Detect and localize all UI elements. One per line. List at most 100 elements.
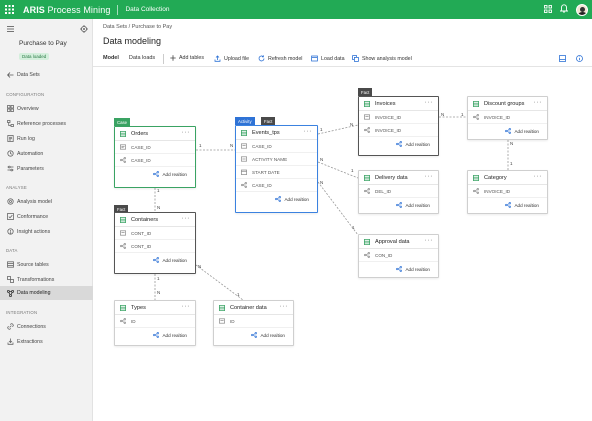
more-options-icon[interactable]: ··· bbox=[304, 128, 313, 135]
table-icon bbox=[364, 100, 370, 107]
more-options-icon[interactable]: ··· bbox=[182, 215, 191, 222]
table-card-category[interactable]: Category ··· INVOICE_ID Add realtion bbox=[467, 170, 548, 214]
table-icon bbox=[473, 100, 479, 107]
more-options-icon[interactable]: ··· bbox=[425, 173, 434, 180]
add-relation-button[interactable]: Add realtion bbox=[115, 167, 195, 181]
add-relation-button[interactable]: Add realtion bbox=[468, 124, 547, 138]
table-field[interactable]: CASE_ID bbox=[115, 141, 195, 154]
cardinality-label: 1 bbox=[157, 188, 160, 193]
fact-tag: Fact bbox=[261, 117, 276, 125]
table-field[interactable]: INVOICE_ID bbox=[468, 185, 547, 198]
more-options-icon[interactable]: ··· bbox=[534, 173, 543, 180]
table-field[interactable]: CASE_ID bbox=[236, 179, 317, 192]
table-icon bbox=[120, 216, 126, 223]
table-card-approval-data[interactable]: Approval data ··· CON_ID Add realtion bbox=[358, 234, 439, 278]
table-field[interactable]: ID bbox=[214, 315, 293, 328]
table-field[interactable]: CASE_ID bbox=[236, 140, 317, 153]
table-card-container-data[interactable]: Container data ··· ID Add realtion bbox=[213, 300, 294, 346]
cardinality-label: 1 bbox=[351, 168, 354, 173]
activity-tag: Activity bbox=[235, 117, 255, 125]
relation-field-icon bbox=[120, 318, 126, 324]
cardinality-label: 1 bbox=[199, 143, 202, 148]
table-field[interactable]: ACTIVITY NAME bbox=[236, 153, 317, 166]
cardinality-label: 1 bbox=[352, 225, 355, 230]
table-card-events-tps[interactable]: Events_tps ··· CASE_ID ACTIVITY NAME STA… bbox=[235, 125, 318, 213]
fact-tag: Fact bbox=[358, 88, 373, 96]
key-field-icon bbox=[120, 144, 126, 150]
add-relation-icon bbox=[396, 202, 403, 208]
relation-containers-containerdata bbox=[195, 264, 244, 301]
more-options-icon[interactable]: ··· bbox=[534, 99, 543, 106]
text-field-icon bbox=[241, 156, 247, 162]
cardinality-label: 1 bbox=[510, 161, 513, 166]
table-title: Discount groups bbox=[484, 100, 525, 107]
cardinality-label: N bbox=[157, 205, 161, 210]
key-field-icon bbox=[120, 230, 126, 236]
relation-field-icon bbox=[364, 188, 370, 194]
table-card-orders[interactable]: Orders ··· CASE_ID CASE_ID Add realtion bbox=[114, 126, 196, 188]
table-title: Events_tps bbox=[252, 129, 280, 136]
table-field[interactable]: START DATE bbox=[236, 166, 317, 179]
cardinality-label: 1 bbox=[461, 112, 464, 117]
more-options-icon[interactable]: ··· bbox=[182, 303, 191, 310]
key-field-icon bbox=[364, 114, 370, 120]
more-options-icon[interactable]: ··· bbox=[425, 99, 434, 106]
relation-field-icon bbox=[364, 127, 370, 133]
cardinality-label: N bbox=[230, 143, 234, 148]
more-options-icon[interactable]: ··· bbox=[425, 237, 434, 244]
table-card-discount-groups[interactable]: Discount groups ··· INVOICE_ID Add realt… bbox=[467, 96, 548, 140]
relation-field-icon bbox=[120, 243, 126, 249]
table-icon bbox=[241, 129, 247, 136]
add-relation-button[interactable]: Add realtion bbox=[359, 198, 438, 212]
table-field[interactable]: INVOICE_ID bbox=[359, 124, 438, 137]
table-field[interactable]: CON_ID bbox=[359, 249, 438, 262]
add-relation-icon bbox=[153, 257, 160, 263]
add-relation-button[interactable]: Add realtion bbox=[359, 262, 438, 276]
table-card-types[interactable]: Types ··· ID Add realtion bbox=[114, 300, 196, 346]
table-field[interactable]: CASE_ID bbox=[115, 154, 195, 167]
key-field-icon bbox=[241, 143, 247, 149]
table-title: Delivery data bbox=[375, 174, 408, 181]
more-options-icon[interactable]: ··· bbox=[280, 303, 289, 310]
add-relation-icon bbox=[505, 202, 512, 208]
table-field[interactable]: CONT_ID bbox=[115, 227, 195, 240]
table-title: Category bbox=[484, 174, 507, 181]
relation-field-icon bbox=[473, 114, 479, 120]
add-relation-icon bbox=[275, 196, 282, 202]
add-relation-button[interactable]: Add realtion bbox=[214, 328, 293, 342]
add-relation-icon bbox=[396, 141, 403, 147]
table-icon bbox=[120, 130, 126, 137]
add-relation-icon bbox=[153, 171, 160, 177]
table-icon bbox=[364, 238, 370, 245]
add-relation-icon bbox=[505, 128, 512, 134]
add-relation-button[interactable]: Add realtion bbox=[236, 192, 317, 206]
add-relation-button[interactable]: Add realtion bbox=[115, 328, 195, 342]
table-field[interactable]: INVOICE_ID bbox=[359, 111, 438, 124]
table-field[interactable]: DEL_ID bbox=[359, 185, 438, 198]
table-title: Orders bbox=[131, 130, 149, 137]
table-icon bbox=[364, 174, 370, 181]
cardinality-label: N bbox=[441, 112, 445, 117]
relation-field-icon bbox=[473, 188, 479, 194]
table-card-invoices[interactable]: Invoices ··· INVOICE_ID INVOICE_ID Add r… bbox=[358, 96, 439, 156]
cardinality-label: N bbox=[157, 290, 161, 295]
cardinality-label: N bbox=[198, 264, 202, 269]
relation-field-icon bbox=[241, 182, 247, 188]
add-relation-icon bbox=[396, 266, 403, 272]
table-field[interactable]: INVOICE_ID bbox=[468, 111, 547, 124]
table-card-containers[interactable]: Containers ··· CONT_ID CONT_ID Add realt… bbox=[114, 212, 196, 274]
table-card-delivery-data[interactable]: Delivery data ··· DEL_ID Add realtion bbox=[358, 170, 439, 214]
table-title: Types bbox=[131, 304, 146, 311]
add-relation-icon bbox=[251, 332, 258, 338]
table-field[interactable]: ID bbox=[115, 315, 195, 328]
table-field[interactable]: CONT_ID bbox=[115, 240, 195, 253]
add-relation-button[interactable]: Add realtion bbox=[468, 198, 547, 212]
relation-field-icon bbox=[364, 252, 370, 258]
add-relation-button[interactable]: Add realtion bbox=[115, 253, 195, 267]
more-options-icon[interactable]: ··· bbox=[182, 129, 191, 136]
add-relation-button[interactable]: Add realtion bbox=[359, 137, 438, 151]
cardinality-label: 1 bbox=[157, 276, 160, 281]
case-tag: Case bbox=[114, 118, 131, 126]
add-relation-icon bbox=[153, 332, 160, 338]
table-icon bbox=[219, 304, 225, 311]
